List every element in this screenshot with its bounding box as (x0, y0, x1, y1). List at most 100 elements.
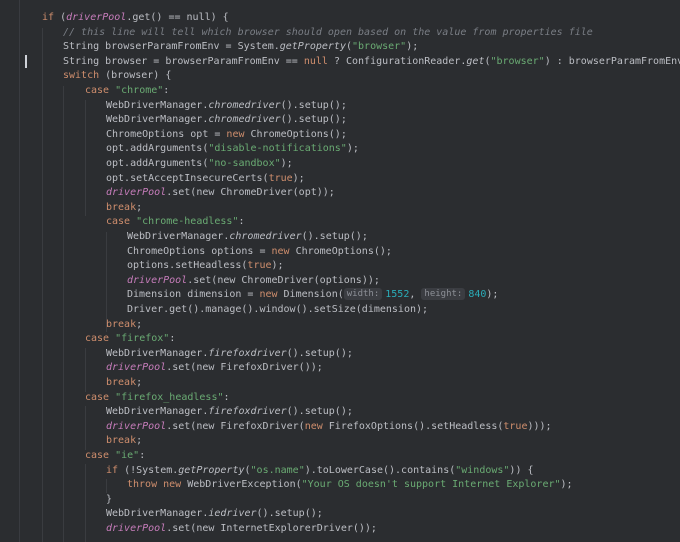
code-text: (!System. (118, 464, 179, 476)
code-text: ().setup(); (286, 406, 353, 418)
code-line[interactable]: // this line will tell which browser sho… (63, 26, 593, 41)
code-line[interactable]: break; (106, 434, 142, 449)
code-line[interactable]: Dimension dimension = new Dimension(widt… (127, 288, 498, 303)
method-firefoxdriver: firefoxdriver (208, 406, 287, 418)
code-text: ChromeOptions options = (127, 245, 272, 257)
code-line[interactable]: case "firefox": (85, 332, 175, 347)
code-line[interactable]: String browser = browserParamFromEnv == … (63, 55, 680, 70)
code-text: ); (292, 172, 305, 184)
code-line[interactable]: opt.addArguments("no-sandbox"); (106, 157, 293, 172)
punct: ; (136, 377, 143, 388)
code-line[interactable]: case "ie": (85, 449, 145, 464)
punct: ; (136, 435, 143, 447)
string-literal: "chrome-headless" (136, 216, 239, 228)
code-line[interactable]: WebDriverManager.chromedriver().setup(); (127, 230, 368, 245)
method-getproperty: getProperty (178, 464, 245, 476)
code-line[interactable]: WebDriverManager.chromedriver().setup(); (106, 99, 347, 114)
editor-gutter (0, 0, 20, 542)
code-text: ().setup(); (280, 114, 347, 126)
param-hint-height: height: (421, 288, 466, 301)
kw-if: if (42, 12, 55, 23)
kw-true: true (247, 260, 272, 272)
code-line[interactable]: WebDriverManager.chromedriver().setup(); (106, 113, 347, 128)
code-line[interactable]: opt.addArguments("disable-notifications"… (106, 142, 359, 157)
code-text: WebDriverManager. (106, 508, 209, 520)
code-line[interactable]: ChromeOptions options = new ChromeOption… (127, 245, 392, 260)
code-line[interactable]: ChromeOptions opt = new ChromeOptions(); (106, 128, 347, 143)
string-literal: "browser" (352, 41, 407, 53)
code-line[interactable]: switch (browser) { (63, 69, 171, 84)
string-literal: "os.name" (250, 464, 305, 476)
code-line[interactable]: String browserParamFromEnv = System.getP… (63, 40, 418, 55)
code-text: Dimension dimension = (127, 289, 260, 301)
kw-new: new (259, 289, 278, 301)
code-text: opt.addArguments( (106, 143, 209, 155)
kw-break: break (106, 201, 137, 213)
string-literal: "browser" (490, 55, 545, 67)
code-line[interactable]: Driver.get().manage().window().setSize(d… (127, 303, 428, 318)
code-text: ); (560, 479, 573, 491)
code-text: .set(new (166, 420, 221, 432)
code-text: .set(new (166, 187, 221, 199)
code-text: ().setup(); (256, 508, 323, 520)
code-line[interactable]: break; (106, 318, 142, 333)
code-text: ChromeDriver(options)); (241, 274, 380, 286)
punct: : (169, 333, 176, 345)
kw-break: break (106, 318, 137, 330)
indent-guide (42, 28, 43, 542)
comment: // this line will tell which browser sho… (63, 26, 593, 38)
code-line[interactable]: driverPool.set(new FirefoxDriver()); (106, 361, 323, 376)
code-line[interactable]: if (driverPool.get() == null) { (42, 11, 229, 26)
code-line[interactable]: } (106, 493, 112, 508)
string-literal: "windows" (455, 464, 510, 476)
code-text: FirefoxOptions().setHeadless( (322, 420, 504, 432)
code-line[interactable]: case "chrome-headless": (106, 215, 245, 230)
code-text: InternetExplorerDriver()); (220, 523, 377, 534)
method-firefoxdriver: firefoxdriver (208, 347, 287, 359)
method-chromedriver: chromedriver (208, 99, 281, 111)
string-literal: "chrome" (115, 85, 164, 96)
method-iedriver: iedriver (208, 508, 257, 520)
code-text: ); (271, 260, 284, 272)
string-literal: "no-sandbox" (208, 158, 281, 169)
code-line[interactable]: driverPool.set(new FirefoxDriver(new Fir… (106, 420, 552, 435)
code-line[interactable]: driverPool.set(new ChromeDriver(options)… (127, 274, 380, 289)
code-text: ))); (527, 420, 552, 432)
indent-guide (106, 479, 107, 493)
code-line[interactable]: driverPool.set(new InternetExplorerDrive… (106, 522, 377, 537)
string-literal: "disable-notifications" (208, 143, 347, 155)
code-text: ); (486, 289, 499, 301)
gutter-divider (19, 0, 20, 542)
code-text: options.setHeadless( (127, 260, 248, 272)
code-text: WebDriverManager. (106, 99, 209, 111)
code-editor[interactable]: if (driverPool.get() == null) { // this … (0, 0, 680, 542)
code-line[interactable]: case "firefox_headless": (85, 391, 230, 406)
kw-throw: throw (127, 479, 158, 491)
punct: : (163, 85, 170, 96)
code-line[interactable]: options.setHeadless(true); (127, 259, 284, 274)
string-literal: "firefox_headless" (115, 391, 224, 403)
kw-new: new (226, 128, 245, 140)
code-line[interactable]: case "chrome": (85, 84, 169, 99)
field-driverpool: driverPool (66, 12, 127, 23)
code-line[interactable]: driverPool.set(new ChromeDriver(opt)); (106, 186, 335, 201)
code-text: ChromeOptions opt = (106, 128, 227, 140)
code-text: Driver.get().manage().window().setSize(d… (127, 304, 429, 315)
code-text: opt.setAcceptInsecureCerts( (106, 172, 269, 184)
code-line[interactable]: if (!System.getProperty("os.name").toLow… (106, 464, 534, 479)
code-text: ().setup(); (280, 99, 347, 111)
indent-guide (85, 464, 86, 542)
code-line[interactable]: WebDriverManager.iedriver().setup(); (106, 507, 323, 522)
code-text: ); (280, 158, 293, 169)
code-line[interactable]: throw new WebDriverException("Your OS do… (127, 478, 573, 493)
field-driverpool: driverPool (106, 420, 167, 432)
kw-new: new (271, 245, 290, 257)
code-text: Dimension( (277, 289, 344, 301)
code-line[interactable]: WebDriverManager.firefoxdriver().setup()… (106, 347, 353, 362)
code-line[interactable]: WebDriverManager.firefoxdriver().setup()… (106, 405, 353, 420)
code-line[interactable]: opt.setAcceptInsecureCerts(true); (106, 172, 305, 187)
kw-null: null (303, 55, 328, 67)
code-line[interactable]: break; (106, 376, 142, 391)
code-line[interactable]: break; (106, 201, 142, 216)
punct: : (223, 391, 230, 403)
